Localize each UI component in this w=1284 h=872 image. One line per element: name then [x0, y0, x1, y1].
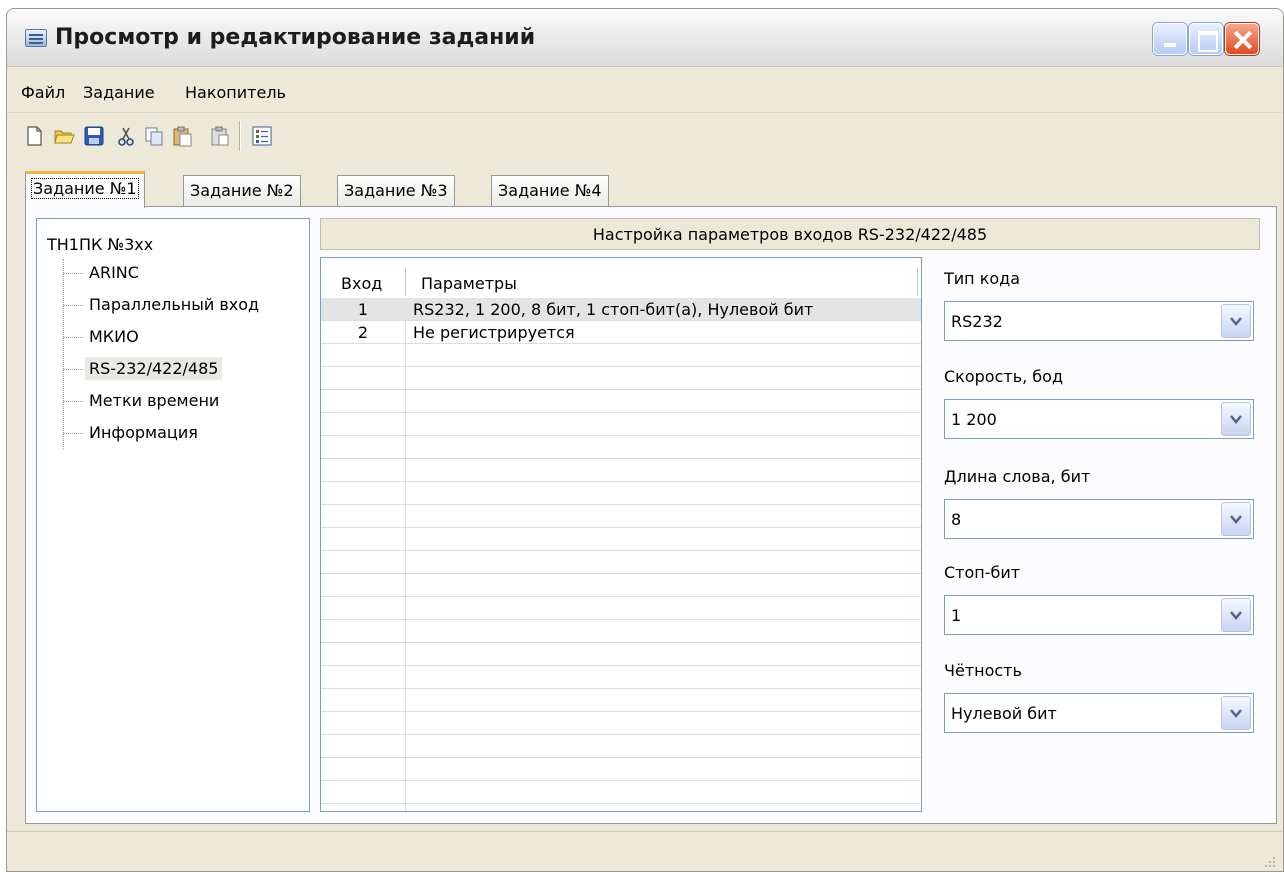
- new-icon[interactable]: [23, 125, 45, 147]
- list-icon[interactable]: [251, 125, 273, 147]
- chevron-down-icon[interactable]: [1221, 304, 1251, 338]
- status-bar: [7, 831, 1283, 871]
- panel-title: Настройка параметров входов RS-232/422/4…: [320, 218, 1260, 250]
- save-icon[interactable]: [83, 125, 105, 147]
- tree-root[interactable]: ТН1ПК №3хх: [47, 235, 153, 254]
- tab-task-3[interactable]: Задание №3: [337, 175, 455, 207]
- menu-file[interactable]: Файл: [21, 83, 65, 102]
- empty-table-row: [321, 781, 921, 804]
- paste-icon[interactable]: [171, 125, 193, 147]
- empty-table-row: [321, 459, 921, 482]
- device-tree: ТН1ПК №3хх ARINC Параллельный вход МКИО …: [36, 218, 310, 812]
- inputs-table[interactable]: Вход Параметры 1 RS232, 1 200, 8 бит, 1 …: [320, 257, 922, 812]
- window-title: Просмотр и редактирование заданий: [55, 25, 536, 50]
- empty-table-row: [321, 620, 921, 643]
- parity-select[interactable]: Нулевой бит: [944, 693, 1254, 733]
- empty-table-row: [321, 551, 921, 574]
- chevron-down-icon[interactable]: [1221, 402, 1251, 436]
- empty-table-row: [321, 505, 921, 528]
- code-type-label: Тип кода: [944, 269, 1021, 288]
- column-header-input[interactable]: Вход: [341, 274, 382, 293]
- empty-table-row: [321, 367, 921, 390]
- close-button[interactable]: [1225, 23, 1259, 55]
- stop-bits-label: Стоп-бит: [944, 563, 1021, 582]
- toolbar: [7, 113, 1283, 161]
- speed-label: Скорость, бод: [944, 367, 1064, 386]
- chevron-down-icon[interactable]: [1221, 696, 1251, 730]
- empty-table-row: [321, 528, 921, 551]
- resize-grip-icon[interactable]: [1261, 853, 1277, 869]
- stop-bits-select[interactable]: 1: [944, 595, 1254, 635]
- empty-table-row: [321, 758, 921, 781]
- table-row[interactable]: 2 Не регистрируется: [321, 321, 921, 344]
- cut-icon[interactable]: [115, 125, 137, 147]
- minimize-button[interactable]: [1153, 23, 1187, 55]
- tab-task-4[interactable]: Задание №4: [491, 175, 609, 207]
- code-type-select[interactable]: RS232: [944, 301, 1254, 341]
- table-row[interactable]: 1 RS232, 1 200, 8 бит, 1 стоп-бит(а), Ну…: [321, 298, 921, 321]
- copy-icon[interactable]: [143, 125, 165, 147]
- empty-table-row: [321, 482, 921, 505]
- empty-table-row: [321, 390, 921, 413]
- tab-task-1[interactable]: Задание №1: [25, 171, 145, 208]
- open-icon[interactable]: [53, 125, 75, 147]
- menu-task[interactable]: Задание: [83, 83, 155, 102]
- chevron-down-icon[interactable]: [1221, 598, 1251, 632]
- maximize-button[interactable]: [1189, 23, 1223, 55]
- paste-special-icon[interactable]: [209, 125, 231, 147]
- empty-table-row: [321, 689, 921, 712]
- toolbar-separator: [239, 121, 241, 151]
- app-icon: [25, 29, 47, 47]
- column-header-params[interactable]: Параметры: [421, 274, 517, 293]
- empty-table-row: [321, 574, 921, 597]
- tree-connector: [63, 259, 64, 449]
- menu-bar: Файл Задание Накопитель: [7, 67, 1283, 113]
- empty-table-row: [321, 735, 921, 758]
- empty-table-row: [321, 344, 921, 367]
- tab-page: ТН1ПК №3хх ARINC Параллельный вход МКИО …: [25, 206, 1277, 824]
- speed-select[interactable]: 1 200: [944, 399, 1254, 439]
- empty-table-row: [321, 712, 921, 735]
- tab-task-2[interactable]: Задание №2: [183, 175, 301, 207]
- empty-table-row: [321, 597, 921, 620]
- task-tabs: Задание №1 Задание №2 Задание №3 Задание…: [7, 161, 1283, 208]
- word-length-label: Длина слова, бит: [944, 467, 1091, 486]
- menu-storage[interactable]: Накопитель: [185, 83, 286, 102]
- empty-table-row: [321, 436, 921, 459]
- word-length-select[interactable]: 8: [944, 499, 1254, 539]
- chevron-down-icon[interactable]: [1221, 502, 1251, 536]
- empty-table-row: [321, 643, 921, 666]
- title-bar[interactable]: Просмотр и редактирование заданий: [7, 9, 1283, 67]
- table-header: Вход Параметры: [321, 258, 921, 298]
- empty-table-row: [321, 413, 921, 436]
- parity-label: Чётность: [944, 661, 1022, 680]
- main-window: Просмотр и редактирование заданий Файл З…: [6, 8, 1284, 872]
- empty-table-row: [321, 666, 921, 689]
